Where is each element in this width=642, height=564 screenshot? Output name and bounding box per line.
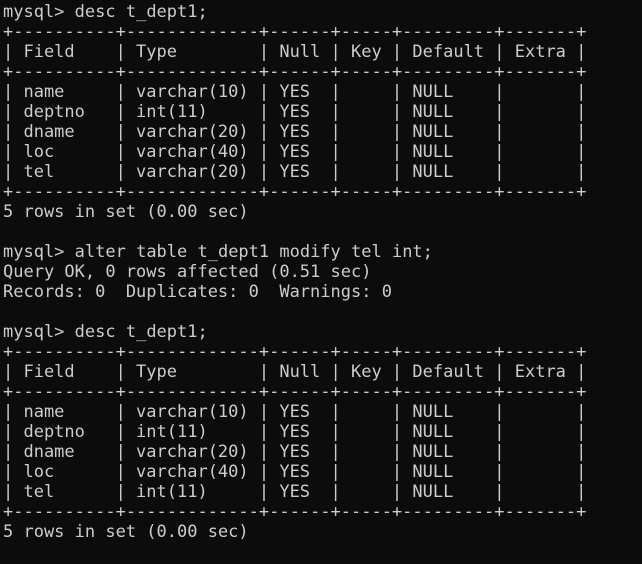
table-row: | name | varchar(10) | YES | | NULL | |: [3, 82, 587, 102]
command-line-3: mysql> desc t_dept1;: [0, 322, 642, 342]
prompt: mysql>: [3, 322, 65, 342]
table-border-top: +----------+-------------+------+-----+-…: [3, 342, 587, 362]
command-text: desc t_dept1;: [74, 2, 208, 22]
table-border-top: +----------+-------------+------+-----+-…: [3, 22, 587, 42]
table-row: | deptno | int(11) | YES | | NULL | |: [3, 102, 587, 122]
table-border-mid: +----------+-------------+------+-----+-…: [3, 62, 587, 82]
query-ok-message: Query OK, 0 rows affected (0.51 sec): [3, 262, 372, 282]
result-table-2: +----------+-------------+------+-----+-…: [0, 342, 642, 522]
result-summary: 5 rows in set (0.00 sec): [3, 522, 249, 542]
prompt: mysql>: [3, 242, 65, 262]
table-row: | tel | varchar(20) | YES | | NULL | |: [3, 162, 587, 182]
records-message: Records: 0 Duplicates: 0 Warnings: 0: [3, 282, 392, 302]
table-row: | deptno | int(11) | YES | | NULL | |: [3, 422, 587, 442]
result-table-1: +----------+-------------+------+-----+-…: [0, 22, 642, 202]
command-text: desc t_dept1;: [74, 322, 208, 342]
result-summary: 5 rows in set (0.00 sec): [3, 202, 249, 222]
table-header-row: | Field | Type | Null | Key | Default | …: [3, 362, 587, 382]
terminal-window[interactable]: mysql> desc t_dept1; +----------+-------…: [0, 0, 642, 564]
table-border-bottom: +----------+-------------+------+-----+-…: [3, 182, 587, 202]
table-border-bottom: +----------+-------------+------+-----+-…: [3, 502, 587, 522]
command-line-1: mysql> desc t_dept1;: [0, 2, 642, 22]
table-border-mid: +----------+-------------+------+-----+-…: [3, 382, 587, 402]
table-row: | name | varchar(10) | YES | | NULL | |: [3, 402, 587, 422]
table-row: | loc | varchar(40) | YES | | NULL | |: [3, 142, 587, 162]
table-header-row: | Field | Type | Null | Key | Default | …: [3, 42, 587, 62]
table-row: | dname | varchar(20) | YES | | NULL | |: [3, 442, 587, 462]
command-line-2: mysql> alter table t_dept1 modify tel in…: [0, 242, 642, 262]
prompt: mysql>: [3, 2, 65, 22]
table-row: | tel | int(11) | YES | | NULL | |: [3, 482, 587, 502]
table-row: | dname | varchar(20) | YES | | NULL | |: [3, 122, 587, 142]
table-row: | loc | varchar(40) | YES | | NULL | |: [3, 462, 587, 482]
command-text: alter table t_dept1 modify tel int;: [74, 242, 433, 262]
